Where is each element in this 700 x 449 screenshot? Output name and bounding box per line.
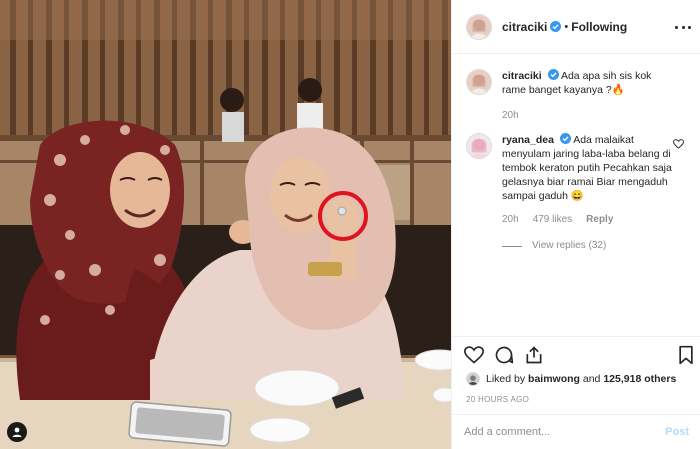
comment-meta: 20h 479 likes Reply xyxy=(502,213,678,227)
action-bar xyxy=(464,345,693,367)
comments-list: citraciki Ada apa sih sis kok rame bange… xyxy=(452,55,700,336)
caption-username[interactable]: citraciki xyxy=(502,70,542,82)
comment-likes[interactable]: 479 likes xyxy=(533,213,572,227)
verified-icon xyxy=(547,69,559,80)
post-header: citraciki • Following xyxy=(452,0,700,54)
caption-body: citraciki Ada apa sih sis kok rame bange… xyxy=(502,69,678,123)
post-side-panel: citraciki • Following citraciki Ada apa … xyxy=(451,0,700,449)
comment-username[interactable]: ryana_dea xyxy=(502,134,554,146)
comment-heart-icon[interactable] xyxy=(673,139,684,149)
user-tag-icon[interactable] xyxy=(7,422,27,442)
liker-username[interactable]: baimwong xyxy=(528,373,580,385)
likes-others[interactable]: 125,918 others xyxy=(603,373,676,385)
liker-avatar[interactable] xyxy=(466,372,480,386)
verified-icon xyxy=(550,21,562,32)
liked-by-connector: and xyxy=(582,373,601,385)
post-button[interactable]: Post xyxy=(665,426,689,438)
liked-by-prefix: Liked by xyxy=(486,373,526,385)
post-actions-area: Liked by baimwong and 125,918 others 20 … xyxy=(452,336,700,414)
comment-input[interactable] xyxy=(464,426,666,438)
author-avatar[interactable] xyxy=(466,13,492,40)
heart-icon[interactable] xyxy=(464,345,484,365)
comment-body: ryana_dea Ada malaikat menyulam jaring l… xyxy=(502,133,678,253)
post-photo[interactable] xyxy=(0,0,451,449)
verified-icon xyxy=(559,133,571,144)
caption-comment: citraciki Ada apa sih sis kok rame bange… xyxy=(466,69,687,123)
liked-by: Liked by baimwong and 125,918 others xyxy=(466,372,676,386)
separator-dot: • xyxy=(564,20,569,33)
replies-line xyxy=(502,245,522,247)
comment-icon[interactable] xyxy=(494,345,514,365)
more-icon[interactable] xyxy=(675,20,691,34)
caption-avatar[interactable] xyxy=(466,69,492,95)
view-replies-label[interactable]: View replies (32) xyxy=(532,239,606,253)
view-replies-button[interactable]: View replies (32) xyxy=(502,239,678,253)
reply-button[interactable]: Reply xyxy=(586,213,613,227)
instagram-post-modal: citraciki • Following citraciki Ada apa … xyxy=(0,0,700,449)
comment-age[interactable]: 20h xyxy=(502,213,519,227)
following-button[interactable]: Following xyxy=(571,20,627,34)
caption-age[interactable]: 20h xyxy=(502,109,519,123)
author-username[interactable]: citraciki xyxy=(502,20,547,34)
commenter-avatar[interactable] xyxy=(466,133,492,159)
add-comment-bar: Post xyxy=(452,414,700,449)
bookmark-icon[interactable] xyxy=(676,345,696,365)
comment-item: ryana_dea Ada malaikat menyulam jaring l… xyxy=(466,133,687,253)
photo-illustration xyxy=(0,0,451,449)
caption-meta: 20h xyxy=(502,109,678,123)
share-icon[interactable] xyxy=(524,345,544,365)
post-timestamp[interactable]: 20 HOURS AGO xyxy=(466,395,529,404)
